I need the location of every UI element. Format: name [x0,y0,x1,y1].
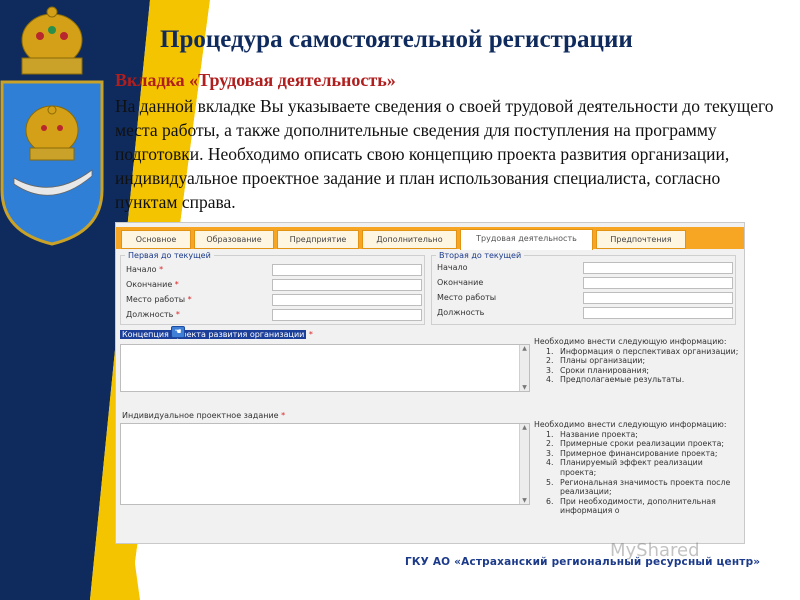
end-input-1[interactable] [272,279,422,291]
task-textarea[interactable]: ▲ ▼ [120,423,530,505]
start-input-1[interactable] [272,264,422,276]
list-item: 5. Региональная значимость проекта после … [546,477,731,497]
section-subheading: Вкладка «Трудовая деятельность» [115,70,396,90]
field-label-end-2: Окончание [437,278,484,287]
task-help-note: Необходимо внести следующую информацию: … [534,420,739,516]
end-input-2[interactable] [583,277,733,289]
coat-of-arms-logo [0,0,110,250]
scrollbar[interactable]: ▲ ▼ [519,424,529,504]
list-item: 4. Планируемый эффект реализации проекта; [546,458,703,477]
list-item: 2. Планы организации; [546,356,646,366]
workplace-input-1[interactable] [272,294,422,306]
list-item: 1. Название проекта; [546,429,638,439]
tab-work-activity[interactable]: Трудовая деятельность [460,229,593,250]
group-legend: Вторая до текущей [439,251,522,260]
footer-organization: ГКУ АО «Астраханский региональный ресурс… [405,556,761,568]
concept-label: Концепция проекта развития организации * [120,330,313,339]
list-item: 3. Примерное финансирование проекта; [546,448,718,458]
tab-education[interactable]: Образование [194,230,274,249]
field-label-workplace-1: Место работы * [126,295,192,304]
scrollbar[interactable]: ▲ ▼ [519,345,529,391]
position-input-2[interactable] [583,307,733,319]
tab-enterprise[interactable]: Предприятие [277,230,359,249]
tab-bar: Основное Образование Предприятие Дополни… [116,227,744,250]
position-input-1[interactable] [272,309,422,321]
concept-help-note: Необходимо внести следующую информацию: … [534,337,739,385]
group-legend: Первая до текущей [128,251,211,260]
task-label: Индивидуальное проектное задание * [122,411,286,420]
list-item: 3. Сроки планирования; [546,365,650,375]
slide-title: Процедура самостоятельной регистрации [160,26,633,53]
workplace-input-2[interactable] [583,292,733,304]
list-item: 6. При необходимости, дополнительная инфо… [546,496,716,516]
cursor-hand-icon: ☚ [171,326,185,338]
start-input-2[interactable] [583,262,733,274]
field-label-workplace-2: Место работы [437,293,497,302]
tab-main[interactable]: Основное [121,230,191,249]
tab-preferences[interactable]: Предпочтения [596,230,686,249]
field-label-start-1: Начало * [126,265,164,274]
intro-paragraph: На данной вкладке Вы указываете сведения… [115,96,774,212]
field-label-position-2: Должность [437,308,485,317]
registration-form-panel: Основное Образование Предприятие Дополни… [115,222,745,544]
list-item: 2. Примерные сроки реализации проекта; [546,439,724,449]
list-item: 4. Предполагаемые результаты. [546,375,685,385]
list-item: 1. Информация о перспективах организации; [546,346,739,356]
field-label-start-2: Начало [437,263,468,272]
field-label-position-1: Должность * [126,310,180,319]
field-label-end-1: Окончание * [126,280,179,289]
concept-textarea[interactable]: ▲ ▼ [120,344,530,392]
tab-additional[interactable]: Дополнительно [362,230,457,249]
